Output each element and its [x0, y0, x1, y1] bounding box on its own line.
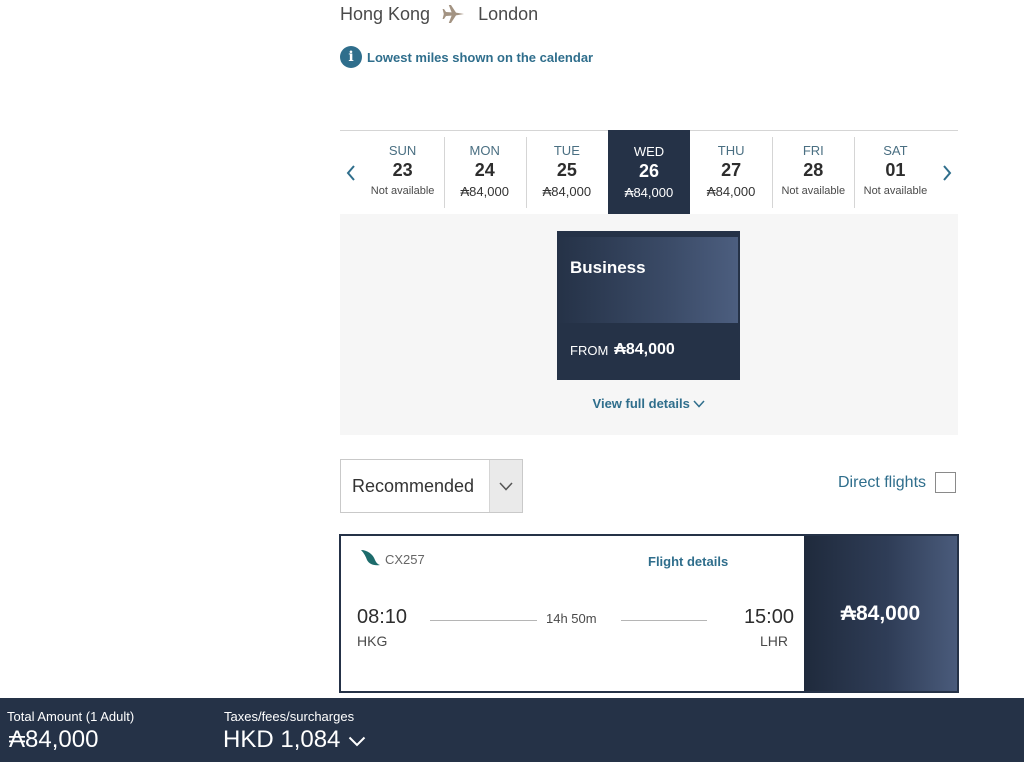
calendar-day-sun[interactable]: SUN 23 Not available — [362, 131, 444, 214]
next-week-chevron-right-icon[interactable] — [937, 131, 959, 214]
cabin-name: Business — [570, 258, 646, 277]
departure-airport-code: HKG — [357, 633, 388, 649]
day-miles: Not available — [863, 185, 928, 197]
origin-city: Hong Kong — [340, 3, 431, 24]
arrival-airport-code: LHR — [759, 633, 788, 649]
info-icon: i — [340, 46, 362, 68]
date-calendar: SUN 23 Not available MON 24 ₳84,000 TUE … — [340, 130, 958, 214]
chevron-down-icon — [340, 726, 366, 754]
day-miles: ₳84,000 — [542, 184, 592, 199]
flight-result-card: CX257 Flight details 08:10 14h 50m 15:00… — [339, 534, 959, 693]
day-date: 24 — [474, 160, 495, 180]
calendar-day-wed-selected[interactable]: WED 26 ₳84,000 — [607, 130, 691, 214]
view-details-label: View full details — [592, 396, 690, 411]
day-name: TUE — [553, 143, 580, 158]
duration-line — [430, 620, 537, 621]
total-amount-label: Total Amount (1 Adult) — [7, 709, 135, 724]
sort-dropdown[interactable]: Recommended — [340, 459, 523, 513]
flight-duration: 14h 50m — [546, 611, 597, 626]
cabin-card-header — [557, 237, 738, 323]
booking-summary-bar: Total Amount (1 Adult) ₳84,000 Taxes/fee… — [0, 698, 1024, 762]
flight-number-row: CX257 — [359, 548, 425, 571]
day-miles: Not available — [781, 185, 846, 197]
day-date: 25 — [556, 160, 577, 180]
direct-flights-checkbox[interactable] — [935, 472, 957, 493]
from-label: FROM — [570, 342, 609, 358]
arrival-time: 15:00 — [743, 606, 794, 628]
day-name: MON — [469, 143, 500, 158]
taxes-toggle[interactable]: HKD 1,084 — [223, 726, 366, 754]
day-date: 28 — [803, 160, 824, 180]
day-miles: ₳84,000 — [624, 185, 674, 200]
taxes-value: HKD 1,084 — [223, 726, 341, 753]
departure-time: 08:10 — [357, 606, 408, 628]
day-name: WED — [633, 144, 665, 159]
day-date: 26 — [638, 161, 660, 181]
cabin-price: ₳84,000 — [614, 341, 675, 358]
day-date: 01 — [885, 160, 906, 180]
direct-flights-toggle[interactable]: Direct flights — [838, 472, 957, 493]
flight-price: ₳84,000 — [840, 601, 921, 625]
flight-details-link[interactable]: Flight details — [648, 554, 728, 569]
total-amount-value: ₳84,000 — [9, 726, 99, 753]
day-date: 23 — [392, 160, 413, 180]
flight-number: CX257 — [385, 552, 425, 567]
business-cabin-card[interactable]: Business FROM ₳84,000 — [557, 231, 740, 380]
day-miles: ₳84,000 — [460, 184, 509, 199]
duration-line — [621, 620, 707, 621]
prev-week-chevron-left-icon[interactable] — [340, 131, 362, 214]
day-name: THU — [717, 143, 745, 158]
chevron-down-icon — [693, 396, 706, 411]
plane-icon — [442, 4, 466, 24]
view-full-details-link[interactable]: View full details — [340, 396, 958, 411]
day-miles: ₳84,000 — [706, 184, 756, 199]
route-heading: Hong Kong London — [340, 3, 538, 25]
taxes-label: Taxes/fees/surcharges — [224, 709, 355, 724]
day-name: SAT — [883, 143, 908, 158]
sort-value: Recommended — [352, 475, 475, 496]
select-flight-price-button[interactable]: ₳84,000 — [804, 536, 957, 691]
miles-notice: i Lowest miles shown on the calendar — [340, 46, 593, 68]
day-name: FRI — [802, 143, 824, 158]
chevron-down-icon — [489, 460, 522, 512]
cabin-panel: Business FROM ₳84,000 View full details — [340, 214, 958, 435]
flight-info: CX257 Flight details 08:10 14h 50m 15:00… — [341, 536, 804, 691]
calendar-day-thu[interactable]: THU 27 ₳84,000 — [690, 131, 772, 214]
calendar-day-mon[interactable]: MON 24 ₳84,000 — [443, 131, 526, 214]
calendar-day-sat[interactable]: SAT 01 Not available — [854, 131, 936, 214]
day-miles: Not available — [370, 185, 435, 197]
notice-text: Lowest miles shown on the calendar — [367, 49, 594, 65]
airline-logo-icon — [359, 548, 385, 571]
destination-city: London — [478, 3, 539, 24]
direct-flights-label: Direct flights — [838, 473, 927, 491]
day-date: 27 — [721, 160, 742, 180]
cabin-from-price: FROM ₳84,000 — [570, 341, 675, 359]
calendar-day-fri[interactable]: FRI 28 Not available — [772, 131, 854, 214]
day-name: SUN — [388, 143, 417, 158]
calendar-day-tue[interactable]: TUE 25 ₳84,000 — [525, 131, 608, 214]
